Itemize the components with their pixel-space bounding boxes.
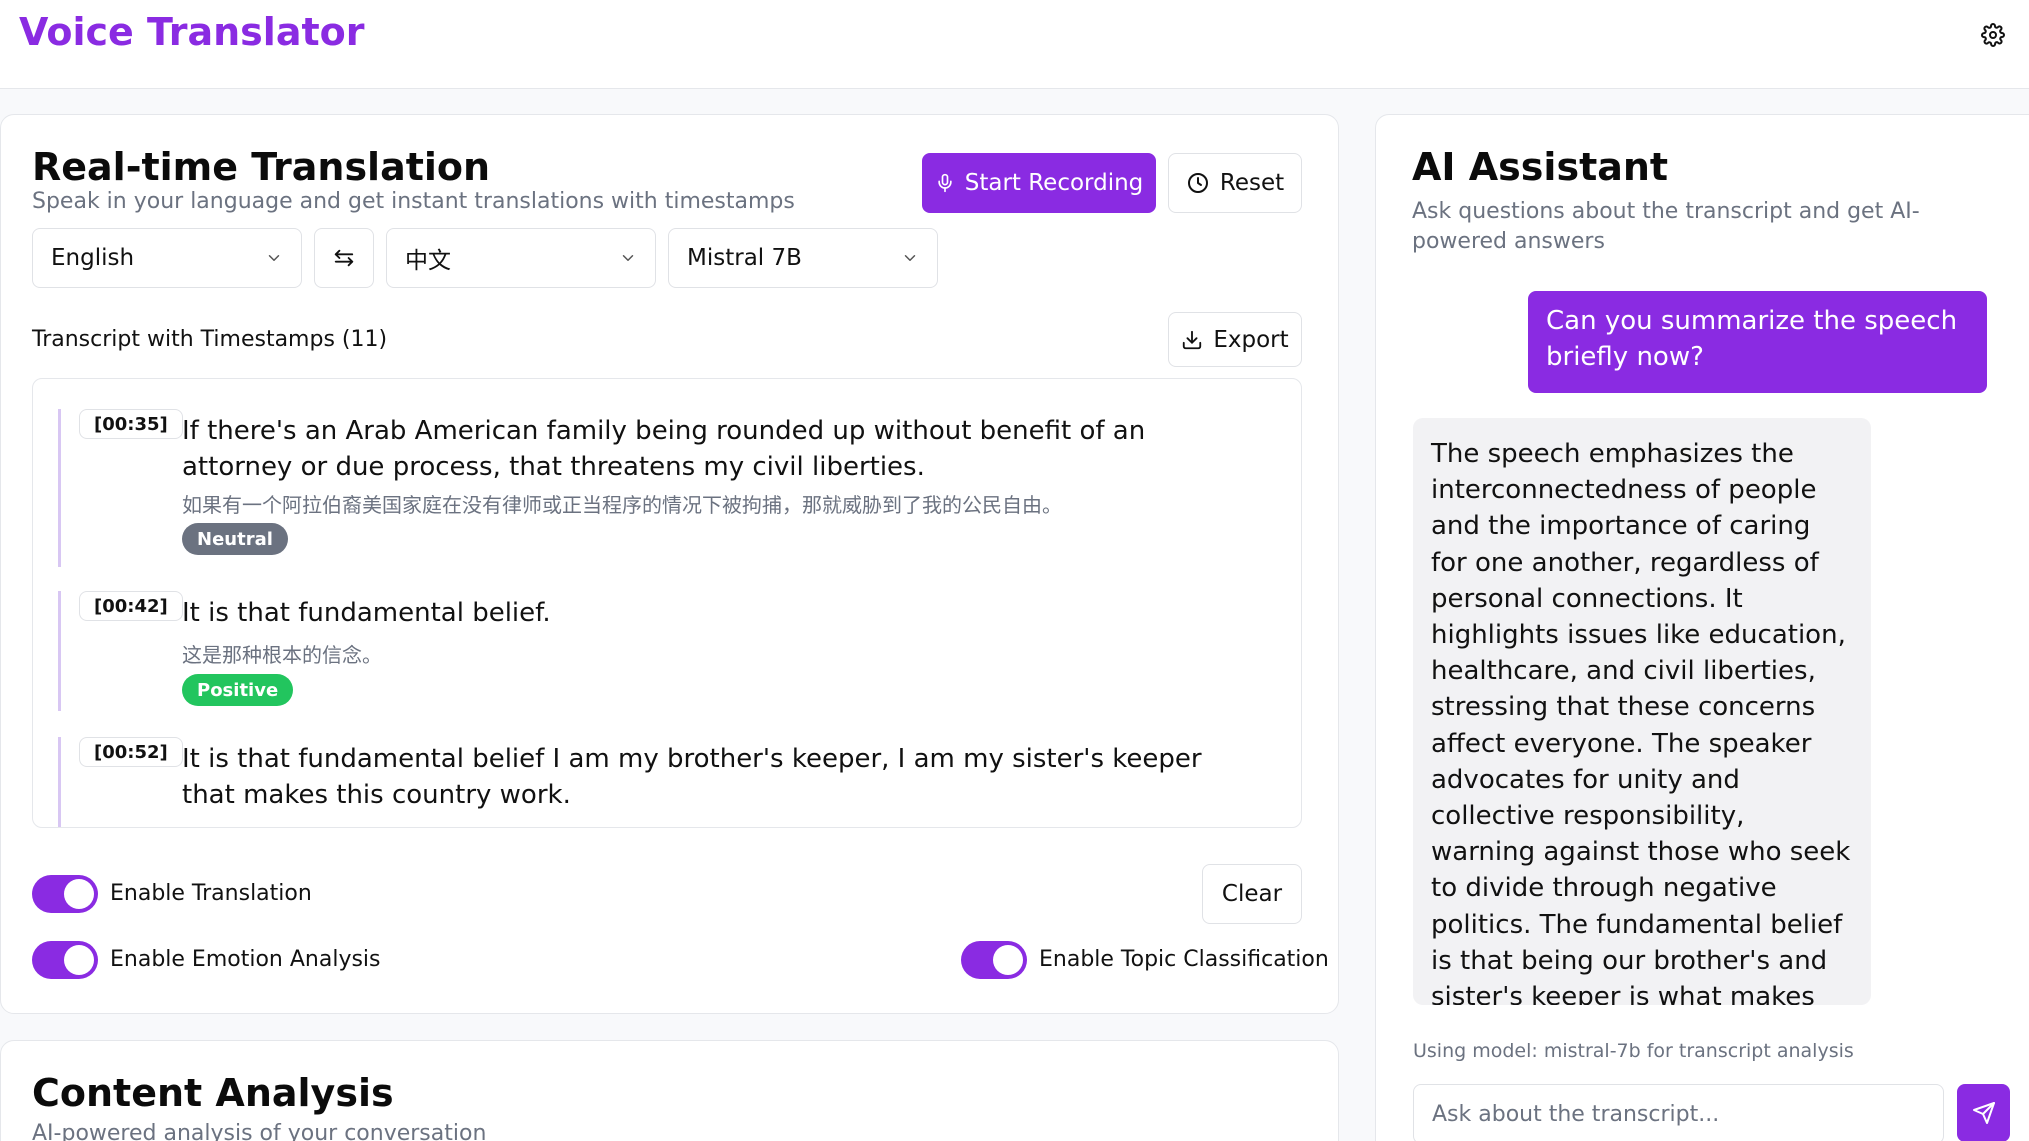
user-message: Can you summarize the speech briefly now… (1528, 291, 1987, 393)
topic-toggle-label: Enable Topic Classification (1039, 947, 1329, 972)
source-language-value: English (51, 245, 135, 271)
entry-translation: 如果有一个阿拉伯裔美国家庭在没有律师或正当程序的情况下被拘捕，那就威胁到了我的公… (182, 493, 1062, 517)
sentiment-badge-positive: Positive (182, 674, 294, 706)
gear-icon (1981, 23, 2005, 47)
sentiment-badge-neutral: Neutral (182, 523, 288, 555)
clock-icon (1187, 173, 1208, 193)
transcript-entry: [00:52] It is that fundamental belief I … (58, 737, 1273, 827)
transcript-list[interactable]: [00:35] If there's an Arab American fami… (32, 378, 1302, 828)
export-button[interactable]: Export (1168, 312, 1302, 367)
transcript-entry: [00:42] It is that fundamental belief. 这… (58, 591, 1273, 711)
topic-toggle[interactable] (961, 941, 1027, 979)
swap-icon (334, 249, 354, 267)
assistant-message: The speech emphasizes the interconnected… (1413, 418, 1871, 1005)
mic-icon (938, 173, 952, 193)
source-language-select[interactable]: English (32, 228, 302, 288)
model-select[interactable]: Mistral 7B (668, 228, 938, 288)
clear-label: Clear (1221, 881, 1283, 907)
analysis-subtitle: AI-powered analysis of your conversation (32, 1121, 487, 1141)
transcript-heading: Transcript with Timestamps (11) (32, 327, 388, 352)
swap-languages-button[interactable] (314, 228, 374, 288)
start-recording-label: Start Recording (964, 170, 1144, 196)
assistant-title: AI Assistant (1412, 145, 1669, 189)
entry-text: It is that fundamental belief. (182, 598, 551, 628)
timestamp-badge: [00:42] (79, 591, 183, 621)
entry-text: If there's an Arab American family being… (182, 416, 1146, 482)
timestamp-badge: [00:52] (79, 737, 183, 767)
target-language-value: 中文 (405, 248, 451, 274)
top-bar: Voice Translator (0, 0, 2029, 89)
model-value: Mistral 7B (687, 245, 802, 271)
download-icon (1183, 330, 1202, 349)
entry-text: It is that fundamental belief I am my br… (182, 744, 1202, 810)
timestamp-badge: [00:35] (79, 409, 183, 439)
chevron-down-icon (904, 255, 916, 261)
entry-translation: 这是那种根本的信念。 (182, 643, 382, 667)
transcript-entry: [00:35] If there's an Arab American fami… (58, 409, 1273, 567)
translation-toggle-label: Enable Translation (110, 881, 312, 906)
translation-title: Real-time Translation (32, 145, 491, 189)
reset-label: Reset (1219, 170, 1285, 196)
translation-subtitle: Speak in your language and get instant t… (32, 189, 795, 214)
model-note: Using model: mistral-7b for transcript a… (1413, 1040, 1854, 1062)
start-recording-button[interactable]: Start Recording (922, 153, 1156, 213)
clear-button[interactable]: Clear (1202, 864, 1302, 924)
send-icon (1972, 1102, 1995, 1124)
chevron-down-icon (268, 255, 280, 261)
emotion-toggle-label: Enable Emotion Analysis (110, 947, 381, 972)
emotion-toggle[interactable] (32, 941, 98, 979)
target-language-select[interactable]: 中文 (386, 228, 656, 288)
export-label: Export (1213, 326, 1289, 353)
reset-button[interactable]: Reset (1168, 153, 1302, 213)
chevron-down-icon (622, 255, 634, 261)
translation-toggle[interactable] (32, 875, 98, 913)
analysis-title: Content Analysis (32, 1071, 394, 1115)
app-title: Voice Translator (19, 10, 365, 54)
assistant-subtitle: Ask questions about the transcript and g… (1412, 199, 1920, 254)
chat-input[interactable] (1413, 1084, 1944, 1141)
settings-button[interactable] (1978, 20, 2008, 50)
send-button[interactable] (1957, 1084, 2010, 1141)
